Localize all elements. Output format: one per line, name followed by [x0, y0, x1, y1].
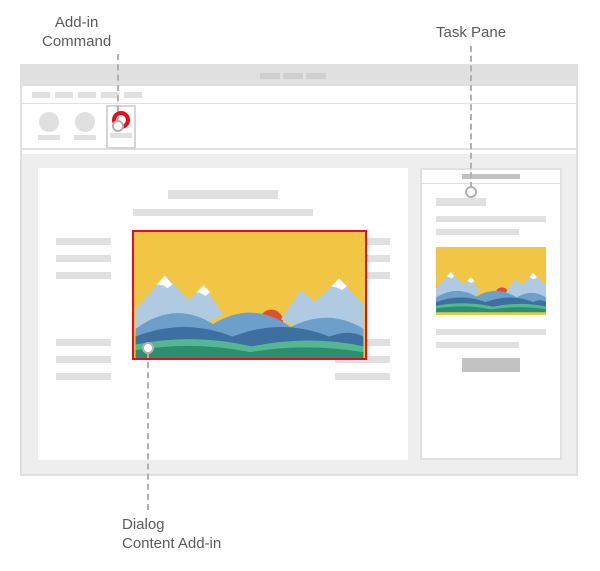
label-dialog-content-addin: Dialog Content Add-in [122, 516, 221, 554]
label-addin-command: Add-in Command [42, 14, 111, 52]
task-pane-line [436, 216, 546, 222]
leader-pointer-addin-command [112, 120, 124, 132]
leader-line [117, 54, 119, 122]
task-pane-heading-placeholder [436, 198, 486, 206]
window-controls[interactable] [260, 73, 326, 79]
ribbon-button-label [38, 135, 60, 140]
task-pane[interactable] [420, 168, 562, 460]
mountain-illustration-small [436, 247, 546, 315]
doc-text-row [56, 373, 390, 380]
ribbon-button-icon [75, 112, 95, 132]
task-pane-image [436, 247, 546, 315]
mountain-illustration [134, 232, 365, 358]
ribbon-button-icon [39, 112, 59, 132]
task-pane-line [436, 229, 519, 235]
task-pane-line [436, 342, 519, 348]
label-task-pane: Task Pane [436, 24, 506, 43]
addin-command-label [110, 133, 132, 138]
task-pane-header [422, 170, 560, 184]
task-pane-body [422, 184, 560, 458]
leader-pointer-content-addin [142, 342, 154, 354]
ribbon [22, 104, 576, 150]
doc-subtitle-placeholder [133, 209, 313, 216]
content-addin[interactable] [132, 230, 367, 360]
leader-line [470, 46, 472, 188]
ribbon-button-label [74, 135, 96, 140]
app-window [20, 64, 578, 476]
doc-title-placeholder [168, 190, 278, 199]
document-canvas [38, 168, 408, 460]
task-pane-line [436, 329, 546, 335]
leader-line [147, 352, 149, 510]
ribbon-button-2[interactable] [70, 109, 100, 145]
quick-access-bar [22, 86, 576, 104]
ribbon-button-1[interactable] [34, 109, 64, 145]
app-titlebar [22, 66, 576, 86]
leader-pointer-task-pane [465, 186, 477, 198]
task-pane-button[interactable] [462, 358, 520, 372]
workspace [22, 154, 576, 474]
